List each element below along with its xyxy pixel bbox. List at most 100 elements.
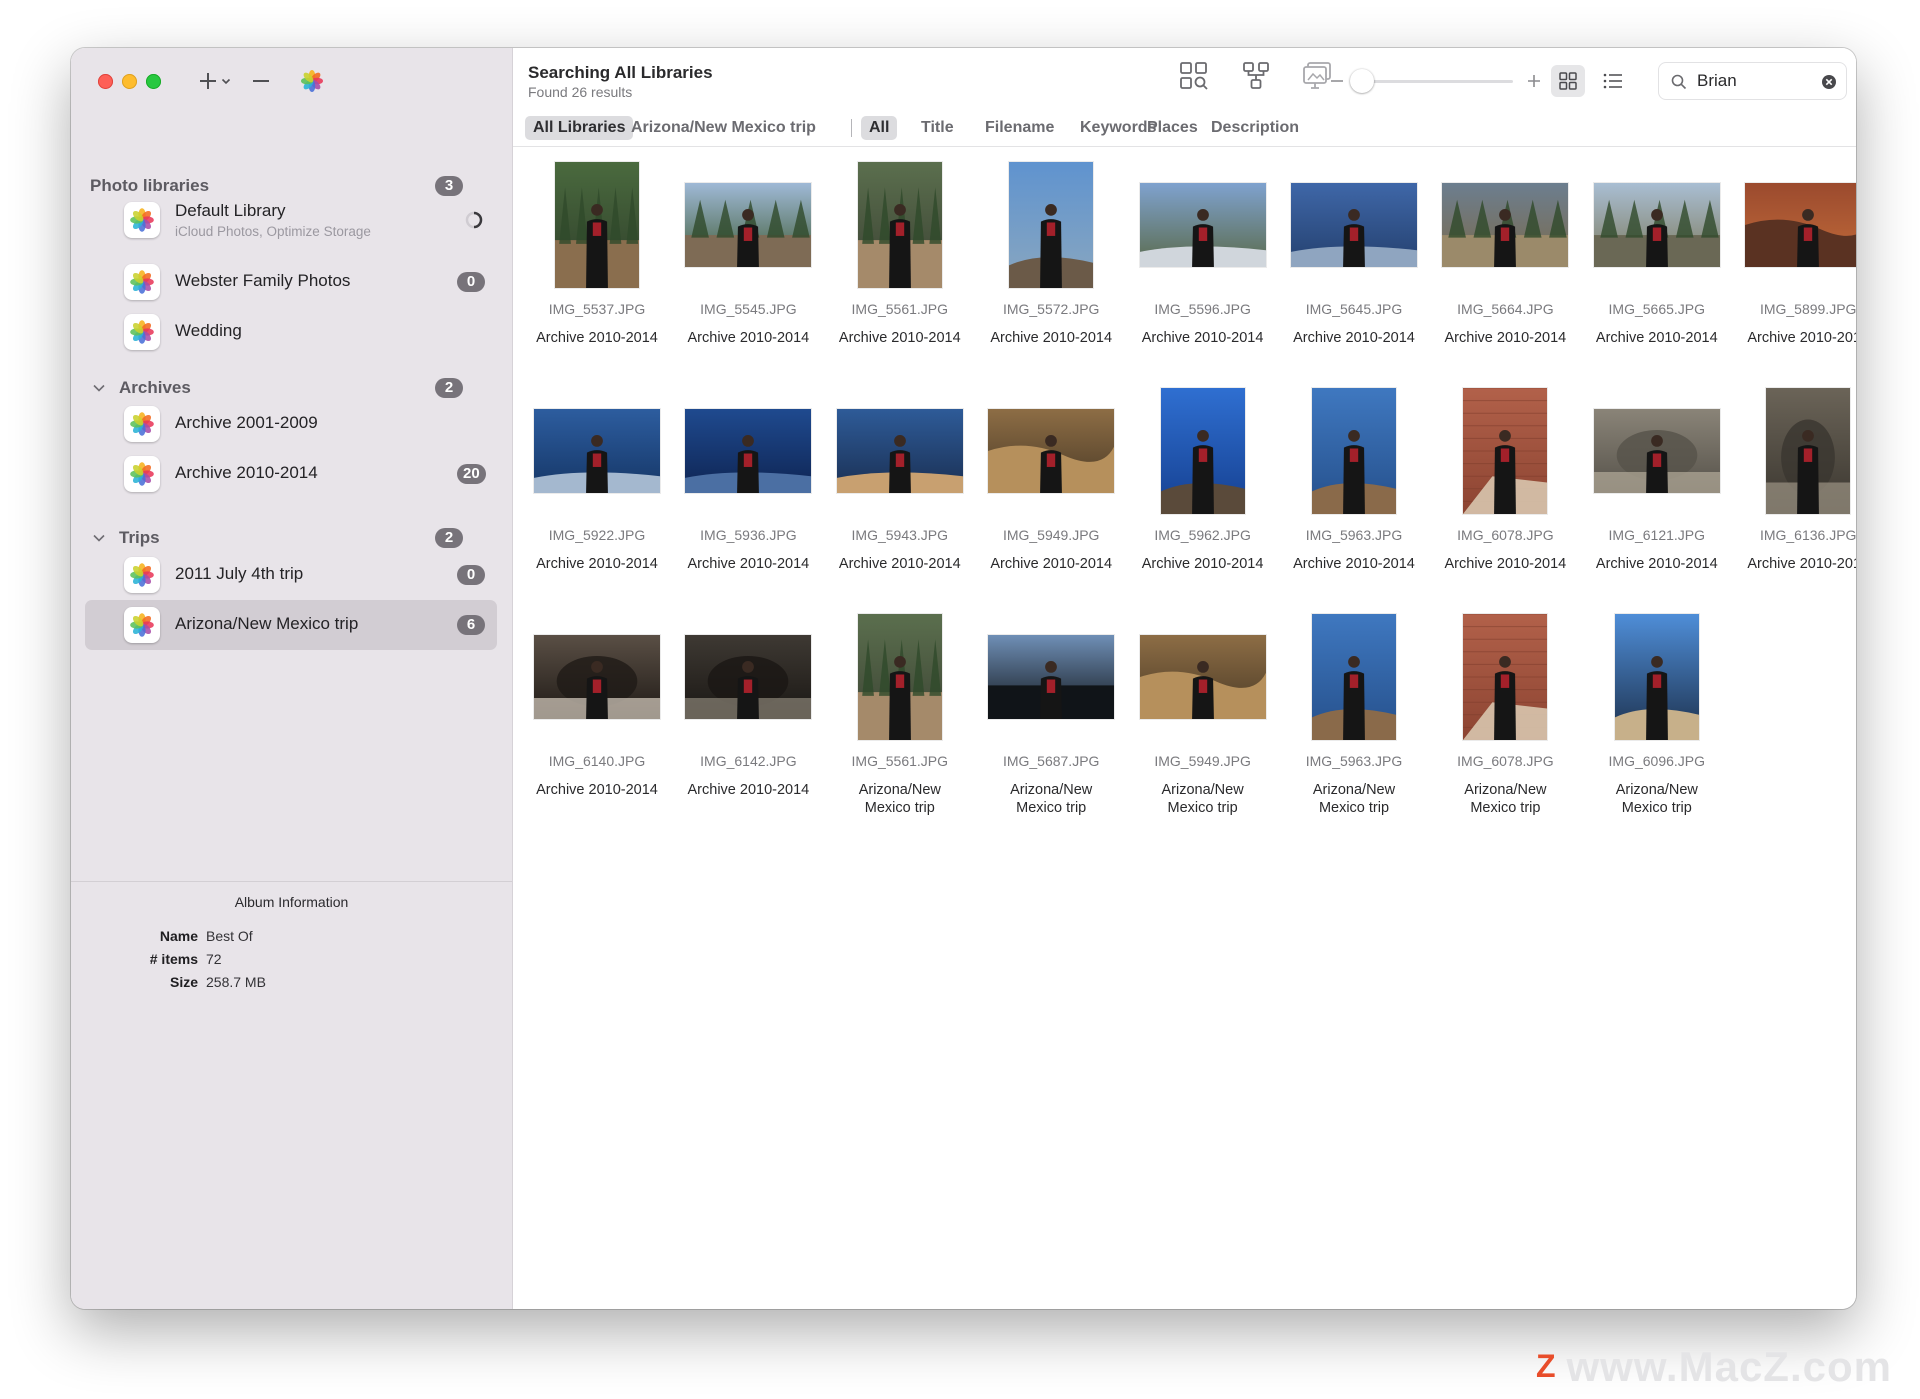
result-item[interactable]: IMG_6078.JPG Arizona/New Mexico trip (1430, 612, 1580, 835)
sidebar-item-arizona-new-mexico-trip[interactable]: Arizona/New Mexico trip 6 (85, 600, 497, 650)
result-item[interactable]: IMG_6121.JPG Archive 2010-2014 (1582, 386, 1732, 609)
result-item[interactable]: IMG_5962.JPG Archive 2010-2014 (1128, 386, 1278, 609)
photo-filename: IMG_6136.JPG (1759, 527, 1856, 543)
photo-thumbnail[interactable] (988, 635, 1115, 719)
result-item[interactable]: IMG_5943.JPG Archive 2010-2014 (825, 386, 975, 609)
photo-thumbnail[interactable] (1009, 162, 1094, 288)
remove-button[interactable] (247, 66, 275, 96)
sync-progress-icon (465, 211, 483, 229)
result-item[interactable]: IMG_5963.JPG Archive 2010-2014 (1279, 386, 1429, 609)
thumbnail-container (1430, 160, 1580, 290)
result-item[interactable]: IMG_5561.JPG Archive 2010-2014 (825, 160, 975, 383)
field-filter-all[interactable]: All (861, 116, 898, 140)
minimize-window-button[interactable] (122, 74, 137, 89)
photo-thumbnail[interactable] (1442, 183, 1569, 267)
search-field[interactable] (1658, 62, 1847, 100)
field-filter-places[interactable]: Places (1139, 116, 1206, 140)
photo-filename: IMG_5936.JPG (700, 527, 797, 543)
section-header-archives[interactable]: Archives 2 (71, 375, 512, 401)
item-count-badge: 0 (457, 565, 485, 585)
photo-thumbnail[interactable] (1766, 388, 1851, 514)
thumbnail-size-slider[interactable] (1360, 80, 1513, 83)
photo-thumbnail[interactable] (988, 409, 1115, 493)
result-item[interactable]: IMG_5949.JPG Archive 2010-2014 (976, 386, 1126, 609)
result-item[interactable]: IMG_5963.JPG Arizona/New Mexico trip (1279, 612, 1429, 835)
photo-thumbnail[interactable] (1614, 614, 1699, 740)
thumbnail-container (1733, 160, 1856, 290)
result-item[interactable]: IMG_5561.JPG Arizona/New Mexico trip (825, 612, 975, 835)
result-item[interactable]: IMG_5687.JPG Arizona/New Mexico trip (976, 612, 1126, 835)
photo-thumbnail[interactable] (1593, 183, 1720, 267)
photo-thumbnail[interactable] (685, 183, 812, 267)
photo-thumbnail[interactable] (1139, 183, 1266, 267)
photo-thumbnail[interactable] (1593, 409, 1720, 493)
photo-thumbnail[interactable] (1139, 635, 1266, 719)
sidebar-item-label: Arizona/New Mexico trip (175, 614, 359, 633)
grid-view-button[interactable] (1551, 65, 1585, 97)
photo-thumbnail[interactable] (836, 409, 963, 493)
sidebar-item-webster-family-photos[interactable]: Webster Family Photos 0 (85, 257, 497, 307)
close-window-button[interactable] (98, 74, 113, 89)
photo-thumbnail[interactable] (1463, 388, 1548, 514)
sidebar-item-2011-july-4th-trip[interactable]: 2011 July 4th trip 0 (85, 550, 497, 600)
sidebar-item-subtitle: iCloud Photos, Optimize Storage (175, 224, 371, 239)
result-item[interactable]: IMG_6078.JPG Archive 2010-2014 (1430, 386, 1580, 609)
result-item[interactable]: IMG_5664.JPG Archive 2010-2014 (1430, 160, 1580, 383)
list-view-button[interactable] (1596, 65, 1630, 97)
photo-thumbnail[interactable] (1312, 388, 1396, 514)
result-item[interactable]: IMG_5922.JPG Archive 2010-2014 (522, 386, 672, 609)
result-item[interactable]: IMG_5665.JPG Archive 2010-2014 (1582, 160, 1732, 383)
photo-thumbnail[interactable] (857, 614, 942, 740)
photo-thumbnail[interactable] (534, 409, 660, 493)
result-item[interactable]: IMG_5545.JPG Archive 2010-2014 (673, 160, 823, 383)
result-item[interactable]: IMG_5936.JPG Archive 2010-2014 (673, 386, 823, 609)
search-input[interactable] (1697, 71, 1817, 91)
show-in-library-icon[interactable] (1178, 60, 1210, 92)
result-item[interactable]: IMG_5645.JPG Archive 2010-2014 (1279, 160, 1429, 383)
result-item[interactable]: IMG_5596.JPG Archive 2010-2014 (1128, 160, 1278, 383)
photo-thumbnail[interactable] (1745, 183, 1856, 267)
maximize-window-button[interactable] (146, 74, 161, 89)
hierarchy-icon[interactable] (1240, 60, 1272, 92)
zoom-in-icon[interactable] (1527, 74, 1541, 88)
photo-filename: IMG_5596.JPG (1154, 301, 1251, 317)
photo-thumbnail[interactable] (1291, 183, 1417, 267)
result-item[interactable]: IMG_5537.JPG Archive 2010-2014 (522, 160, 672, 383)
photo-album-name: Archive 2010-2014 (1595, 330, 1718, 346)
field-filter-filename[interactable]: Filename (977, 116, 1062, 140)
photo-thumbnail[interactable] (534, 635, 660, 719)
photo-filename: IMG_6096.JPG (1608, 753, 1706, 769)
section-header-trips[interactable]: Trips 2 (71, 525, 512, 551)
result-item[interactable]: IMG_6140.JPG Archive 2010-2014 (522, 612, 672, 835)
chevron-down-icon[interactable] (91, 380, 107, 396)
result-item[interactable]: IMG_5899.JPG Archive 2010-2014 (1733, 160, 1856, 383)
field-filter-description[interactable]: Description (1203, 116, 1307, 140)
field-filter-title[interactable]: Title (913, 116, 962, 140)
sidebar-item-archive-2010-2014[interactable]: Archive 2010-2014 20 (85, 449, 497, 499)
result-item[interactable]: IMG_5949.JPG Arizona/New Mexico trip (1128, 612, 1278, 835)
scope-filter-arizona-new-mexico-trip[interactable]: Arizona/New Mexico trip (623, 116, 824, 140)
result-item[interactable]: IMG_6136.JPG Archive 2010-2014 (1733, 386, 1856, 609)
photo-thumbnail[interactable] (555, 162, 639, 288)
photo-album-name: Archive 2010-2014 (536, 782, 658, 798)
photo-thumbnail[interactable] (1463, 614, 1548, 740)
sidebar-item-archive-2001-2009[interactable]: Archive 2001-2009 (85, 399, 497, 449)
result-item[interactable]: IMG_6096.JPG Arizona/New Mexico trip (1582, 612, 1732, 835)
add-button[interactable] (193, 66, 235, 96)
slideshow-icon[interactable] (1301, 60, 1333, 92)
photo-thumbnail[interactable] (1312, 614, 1396, 740)
zoom-out-icon[interactable] (1330, 74, 1344, 88)
slider-knob[interactable] (1350, 69, 1374, 93)
clear-icon[interactable] (1821, 74, 1837, 90)
photo-thumbnail[interactable] (685, 409, 812, 493)
chevron-down-icon[interactable] (91, 530, 107, 546)
sidebar-item-wedding[interactable]: Wedding (85, 307, 497, 357)
result-item[interactable]: IMG_5572.JPG Archive 2010-2014 (976, 160, 1126, 383)
scope-filter-all-libraries[interactable]: All Libraries (525, 116, 634, 140)
photo-thumbnail[interactable] (685, 635, 812, 719)
sidebar-item-default-library[interactable]: Default Library iCloud Photos, Optimize S… (85, 195, 497, 245)
photo-thumbnail[interactable] (857, 162, 942, 288)
open-photos-button[interactable] (297, 66, 327, 96)
photo-thumbnail[interactable] (1160, 388, 1245, 514)
result-item[interactable]: IMG_6142.JPG Archive 2010-2014 (673, 612, 823, 835)
